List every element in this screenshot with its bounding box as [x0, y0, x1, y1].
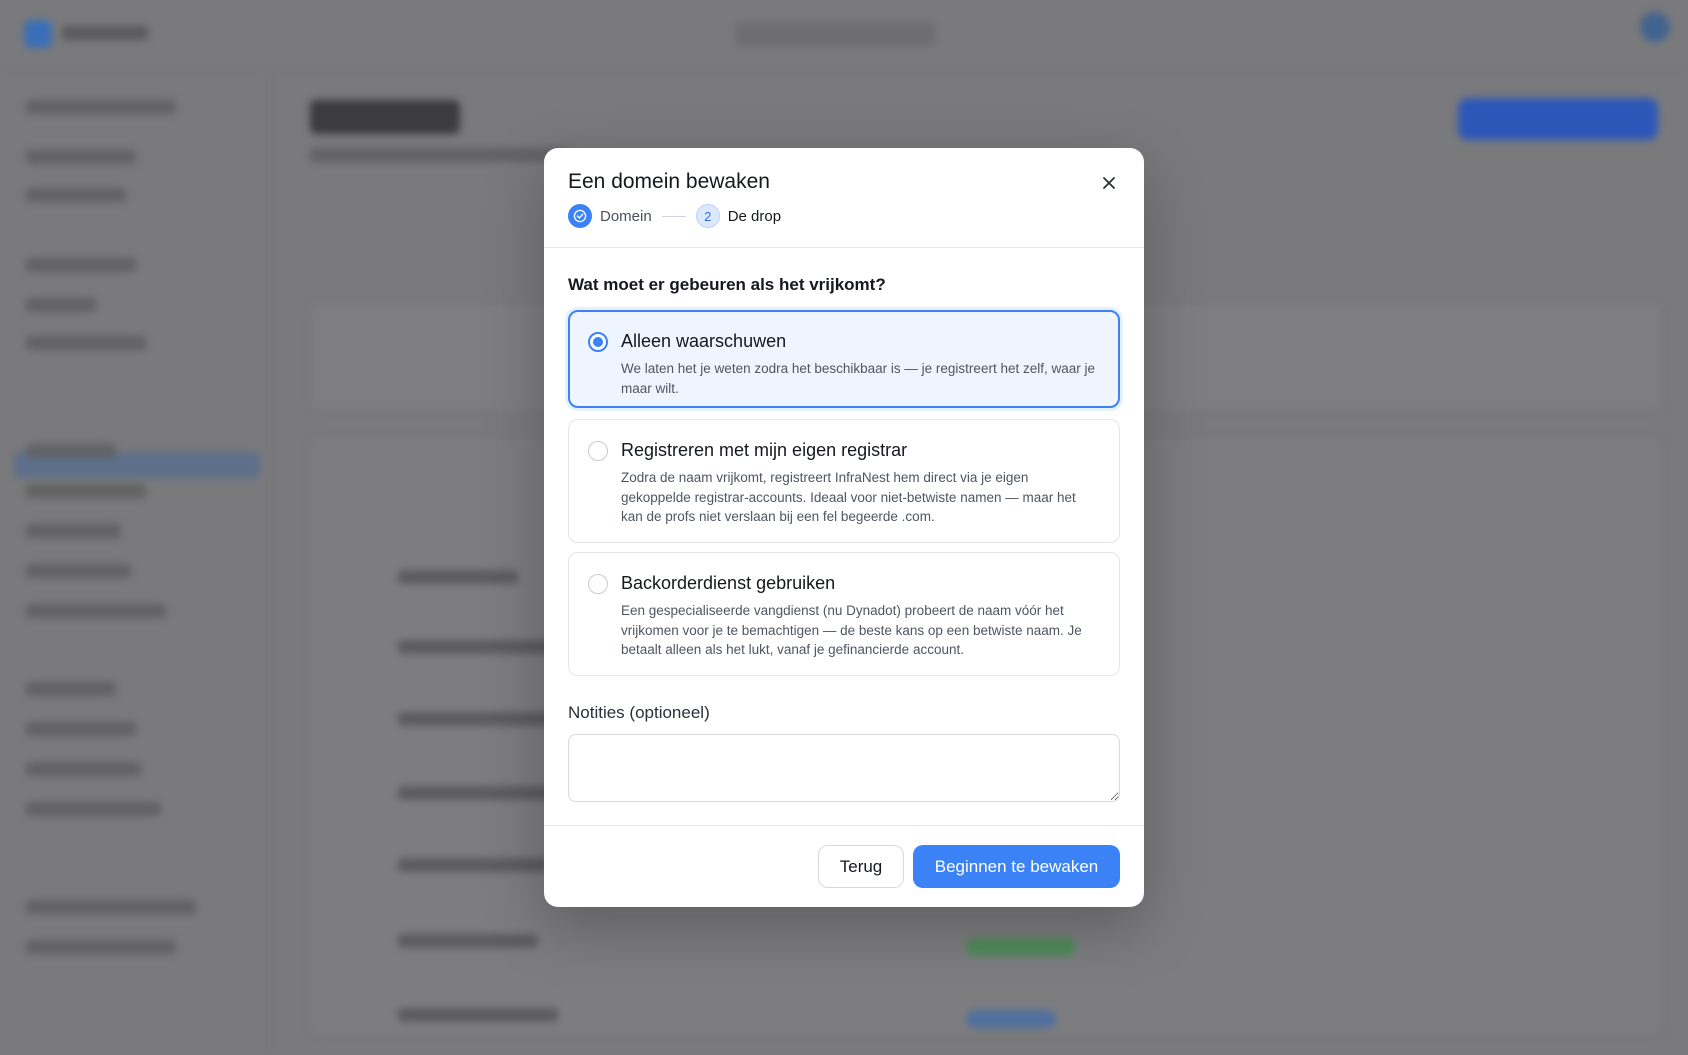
- watch-domain-dialog: Een domein bewaken Domein 2 De drop Wat …: [544, 148, 1144, 907]
- stepper: Domein 2 De drop: [568, 204, 781, 228]
- sidebar-item: [26, 100, 176, 114]
- sidebar-item: [26, 940, 176, 954]
- sidebar-item: [26, 524, 121, 538]
- drop-action-question: Wat moet er gebeuren als het vrijkomt?: [568, 275, 886, 294]
- page-title: [310, 100, 460, 134]
- dialog-title: Een domein bewaken: [568, 170, 770, 193]
- sidebar: [0, 70, 270, 1055]
- dialog-header: Een domein bewaken Domein 2 De drop: [544, 148, 1144, 248]
- dialog-footer: Terug Beginnen te bewaken: [544, 825, 1144, 907]
- dialog-body: Wat moet er gebeuren als het vrijkomt? A…: [544, 249, 1144, 824]
- step-1-indicator: [568, 204, 592, 228]
- status-badge: [966, 1010, 1056, 1028]
- radio-alert-only[interactable]: [588, 332, 608, 352]
- option-own-registrar[interactable]: Registreren met mijn eigen registrar Zod…: [568, 419, 1120, 543]
- status-badge: [966, 938, 1076, 956]
- sidebar-item: [26, 682, 116, 696]
- global-search: [735, 22, 935, 46]
- start-watching-button[interactable]: Beginnen te bewaken: [913, 845, 1120, 888]
- option-backorder-service[interactable]: Backorderdienst gebruiken Een gespeciali…: [568, 552, 1120, 676]
- sidebar-item: [26, 762, 141, 776]
- sidebar-item: [26, 900, 196, 914]
- radio-own-registrar[interactable]: [588, 441, 608, 461]
- sidebar-item: [26, 802, 161, 816]
- radio-selected-dot: [593, 337, 603, 347]
- page-subtitle: [310, 148, 570, 162]
- table-row: [398, 934, 538, 948]
- table-row: [398, 1008, 558, 1022]
- sidebar-item: [26, 722, 136, 736]
- step-connector: [661, 215, 686, 217]
- notes-field[interactable]: [568, 734, 1120, 802]
- back-button[interactable]: Terug: [818, 845, 904, 888]
- option-title: Alleen waarschuwen: [621, 331, 787, 351]
- sidebar-item: [26, 484, 146, 498]
- primary-action: [1458, 98, 1658, 140]
- sidebar-item: [26, 188, 126, 202]
- option-description: Een gespecialiseerde vangdienst (nu Dyna…: [621, 603, 1082, 657]
- option-alert-only[interactable]: Alleen waarschuwen We laten het je weten…: [568, 310, 1120, 408]
- check-circle-icon: [573, 209, 587, 223]
- sidebar-item: [26, 336, 146, 350]
- step-2-label: De drop: [727, 207, 782, 225]
- app-logo: [24, 20, 52, 48]
- option-description: Zodra de naam vrijkomt, registreert Infr…: [621, 470, 1076, 524]
- radio-backorder-service[interactable]: [588, 574, 608, 594]
- option-title: Backorderdienst gebruiken: [621, 573, 836, 593]
- table-row: [398, 570, 518, 584]
- close-icon: [1103, 177, 1115, 189]
- sidebar-item: [26, 298, 96, 312]
- table-row: [398, 858, 548, 872]
- step-2-indicator: 2: [695, 204, 720, 228]
- sidebar-item: [26, 150, 136, 164]
- sidebar-item: [26, 444, 116, 458]
- notes-label: Notities (optioneel): [568, 703, 710, 722]
- step-1-label: Domein: [600, 207, 652, 225]
- option-description: We laten het je weten zodra het beschikb…: [621, 361, 1095, 396]
- option-title: Registreren met mijn eigen registrar: [621, 440, 908, 460]
- sidebar-item: [26, 564, 131, 578]
- table-row: [398, 712, 568, 726]
- sidebar-item: [26, 604, 166, 618]
- top-bar: [0, 0, 1688, 70]
- avatar: [1640, 12, 1670, 42]
- app-logo-text: [62, 26, 148, 40]
- close-button[interactable]: [1096, 170, 1122, 196]
- sidebar-item: [26, 258, 136, 272]
